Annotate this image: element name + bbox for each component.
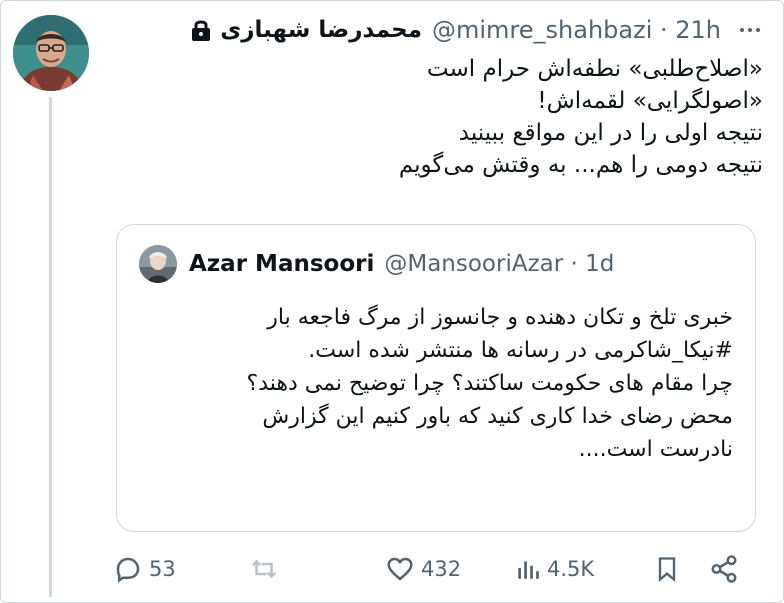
like-button[interactable]: 432 <box>385 549 461 589</box>
views-button[interactable]: 4.5K <box>515 549 594 589</box>
views-chart-icon <box>518 561 539 579</box>
retweet-icon <box>251 559 277 579</box>
quoted-line: چرا مقام های حکومت ساکتند؟ چرا توضیح نمی… <box>246 371 733 396</box>
tweet-text: «اصلاح‌طلبی» نطفه‌اش حرام است «اصولگرایی… <box>123 53 763 181</box>
author-avatar[interactable] <box>13 15 89 91</box>
quoted-author-name[interactable]: Azar Mansoori <box>189 251 374 277</box>
view-count: 4.5K <box>547 557 595 581</box>
tweet-line: نتیجه اولی را در این مواقع ببینید <box>458 120 763 146</box>
author-handle-time[interactable]: @mimre_shahbazi · 21h <box>432 16 721 44</box>
quoted-text: خبری تلخ و تکان دهنده و جانسوز از مرگ فا… <box>143 301 733 466</box>
like-count: 432 <box>421 557 462 581</box>
quoted-avatar[interactable] <box>139 245 177 283</box>
tweet-line: «اصلاح‌طلبی» نطفه‌اش حرام است <box>426 56 763 82</box>
quoted-tweet[interactable]: Azar Mansoori @MansooriAzar · 1d خبری تل… <box>116 224 756 532</box>
tweet-header: محمدرضا شهبازی @mimre_shahbazi · 21h <box>150 13 721 47</box>
thread-line <box>49 97 52 597</box>
quoted-line: خبری تلخ و تکان دهنده و جانسوز از مرگ فا… <box>267 305 733 330</box>
tweet-line: نتیجه دومی را هم... به وقتش می‌گویم <box>398 152 763 178</box>
reply-button[interactable]: 53 <box>113 549 176 589</box>
tweet-card: محمدرضا شهبازی @mimre_shahbazi · 21h «اص… <box>0 0 784 603</box>
tweet-line: «اصولگرایی» لقمه‌اش! <box>537 88 763 114</box>
quoted-author-handle-time[interactable]: @MansooriAzar · 1d <box>384 251 614 277</box>
quoted-line: محض رضای خدا کاری کنید که باور کنیم این … <box>262 404 733 429</box>
bookmark-icon <box>658 557 676 582</box>
heart-icon <box>387 557 413 581</box>
bookmark-button[interactable] <box>653 549 681 589</box>
share-button[interactable] <box>709 549 739 589</box>
more-options-icon[interactable] <box>735 15 765 45</box>
quoted-header: Azar Mansoori @MansooriAzar · 1d <box>139 245 614 283</box>
share-icon <box>711 555 737 583</box>
action-bar: 53 432 4.5K <box>113 549 753 589</box>
author-name[interactable]: محمدرضا شهبازی <box>220 17 422 43</box>
quoted-line: #نیکا_شاکرمی در رسانه ها منتشر شده است. <box>308 338 733 363</box>
lock-icon <box>192 20 211 41</box>
reply-icon <box>116 557 140 583</box>
quoted-line: نادرست است.... <box>578 437 733 462</box>
retweet-button[interactable] <box>248 549 280 589</box>
reply-count: 53 <box>149 557 176 581</box>
